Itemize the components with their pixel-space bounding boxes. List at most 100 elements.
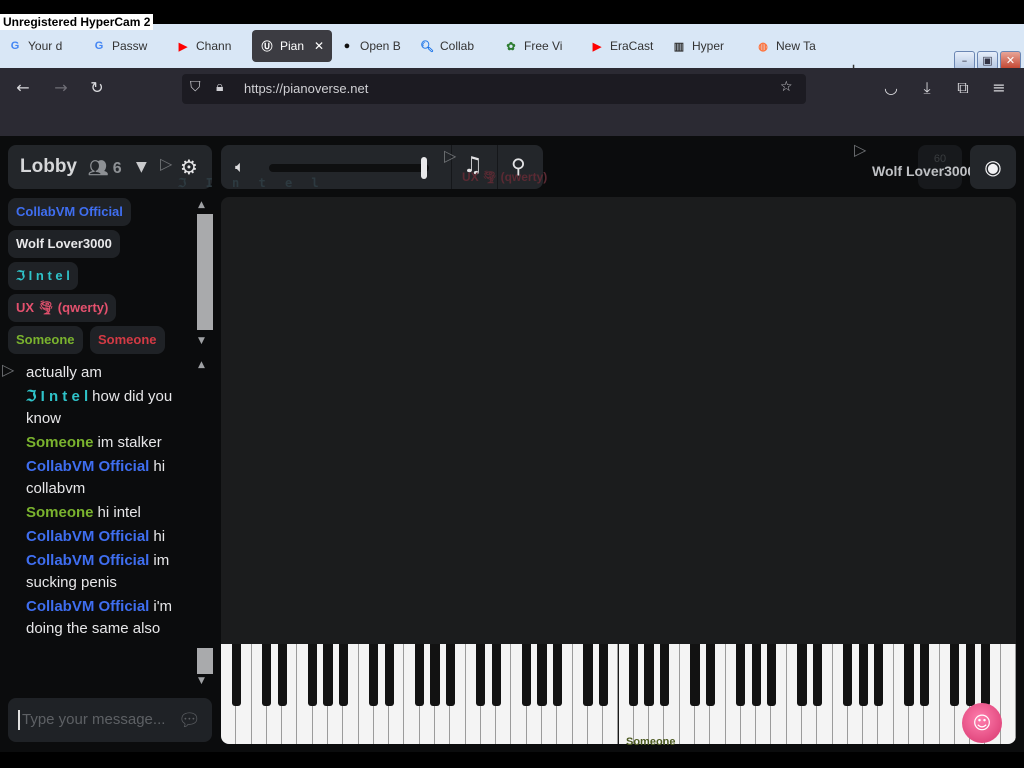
piano-black-key[interactable] — [950, 644, 960, 706]
piano-black-key[interactable] — [323, 644, 333, 706]
extensions-icon[interactable]: ⧉ — [952, 78, 974, 98]
piano-black-key[interactable] — [659, 644, 669, 706]
text-caret — [18, 710, 20, 730]
user-chip[interactable]: ℑ I n t e l — [8, 262, 78, 290]
piano-black-key[interactable] — [965, 644, 975, 706]
chat-message: CollabVM Official hi — [26, 526, 196, 548]
piano-black-key[interactable] — [415, 644, 425, 706]
back-arrow-icon[interactable]: ← — [12, 78, 34, 97]
piano-black-key[interactable] — [430, 644, 440, 706]
volume-slider-thumb[interactable] — [421, 157, 427, 179]
tab-label: New Ta — [776, 39, 816, 53]
user-chip[interactable]: Someone — [8, 326, 83, 354]
chat-text: hi — [153, 528, 166, 545]
chat-scrollbar[interactable]: ▲ ▼ — [196, 358, 213, 690]
piano-black-key[interactable] — [522, 644, 532, 706]
browser-tab[interactable]: ▶ Chann — [176, 30, 250, 62]
browser-tab[interactable]: ▥ Hyper — [672, 30, 746, 62]
piano-black-key[interactable] — [858, 644, 868, 706]
piano-black-key[interactable] — [690, 644, 700, 706]
browser-tab[interactable]: ◍ New Ta — [756, 30, 830, 62]
send-message-icon[interactable]: 💬︎ — [178, 710, 201, 731]
tab-label: EraCast — [610, 39, 654, 53]
piano-black-key[interactable] — [812, 644, 822, 706]
chat-text: hi intel — [97, 504, 141, 521]
lock-icon[interactable]: 🔒︎ — [216, 79, 223, 95]
user-chip[interactable]: UX 🌪 (qwerty) — [8, 294, 117, 322]
chat-author[interactable]: CollabVM Official — [26, 458, 149, 475]
scroll-thumb[interactable] — [197, 214, 213, 330]
piano-black-key[interactable] — [338, 644, 348, 706]
scroll-up-arrow-icon: ▲ — [198, 200, 205, 210]
chat-author[interactable]: CollabVM Official — [26, 528, 149, 545]
piano-black-key[interactable] — [552, 644, 562, 706]
recorder-watermark: Unregistered HyperCam 2 — [0, 14, 154, 30]
piano-black-key[interactable] — [491, 644, 501, 706]
browser-tab[interactable]: Ⓤ Pian ✕ — [252, 30, 332, 62]
youtube-icon: ▶ — [178, 40, 188, 53]
discord-icon[interactable]: ◉ — [970, 145, 1016, 189]
chat-author[interactable]: Someone — [26, 434, 94, 451]
reload-icon[interactable]: ↻ — [86, 78, 108, 97]
chat-author[interactable]: ℑ I n t e l — [26, 388, 88, 405]
volume-slider-track[interactable] — [269, 164, 429, 172]
address-bar[interactable]: ⛉ 🔒︎ https://pianoverse.net ☆ — [182, 74, 806, 104]
piano-black-key[interactable] — [705, 644, 715, 706]
piano-black-key[interactable] — [277, 644, 287, 706]
piano-black-key[interactable] — [598, 644, 608, 706]
piano-black-key[interactable] — [231, 644, 241, 706]
piano-black-key[interactable] — [904, 644, 914, 706]
user-chip[interactable]: Someone — [90, 326, 165, 354]
piano-black-key[interactable] — [766, 644, 776, 706]
piano-black-key[interactable] — [629, 644, 639, 706]
piano-black-key[interactable] — [980, 644, 990, 706]
piano-black-key[interactable] — [369, 644, 379, 706]
shield-icon[interactable]: ⛉ — [190, 79, 201, 95]
volume-icon[interactable]: 🔈︎ — [235, 157, 245, 177]
piano-black-key[interactable] — [873, 644, 883, 706]
piano-black-key[interactable] — [445, 644, 455, 706]
browser-tab[interactable]: ● Open B — [340, 30, 414, 62]
piano-keyboard[interactable] — [221, 644, 1016, 744]
pocket-icon[interactable]: ◡ — [880, 78, 902, 97]
piano-black-key[interactable] — [797, 644, 807, 706]
browser-tab[interactable]: G Your d — [8, 30, 82, 62]
scroll-down-arrow-icon: ▼ — [198, 676, 205, 686]
piano-black-key[interactable] — [843, 644, 853, 706]
scroll-down-arrow-icon: ▼ — [198, 336, 205, 346]
user-list-scrollbar[interactable]: ▲ ▼ — [196, 198, 213, 350]
piano-black-key[interactable] — [751, 644, 761, 706]
url-text[interactable]: https://pianoverse.net — [244, 81, 368, 96]
forward-arrow-icon[interactable]: → — [50, 78, 72, 97]
menu-hamburger-icon[interactable]: ≡ — [988, 78, 1010, 97]
user-chip[interactable]: Wolf Lover3000 — [8, 230, 120, 258]
downloads-icon[interactable]: ⤓ — [916, 78, 938, 98]
close-tab-icon[interactable]: ✕ — [314, 39, 324, 53]
remote-cursor-icon: ▷ — [160, 154, 173, 173]
chat-author[interactable]: CollabVM Official — [26, 552, 149, 569]
piano-black-key[interactable] — [384, 644, 394, 706]
browser-tab-strip: G Your d G Passw ▶ Chann Ⓤ Pian ✕ ● Open B 🔍︎ Collab… — [0, 24, 1024, 81]
browser-tab[interactable]: G Passw — [92, 30, 166, 62]
piano-black-key[interactable] — [919, 644, 929, 706]
piano-white-key[interactable] — [1000, 644, 1016, 744]
lobby-dropdown-caret-icon[interactable]: ▼ — [136, 159, 147, 175]
browser-tab[interactable]: ✿ Free Vi — [504, 30, 578, 62]
piano-black-key[interactable] — [476, 644, 486, 706]
browser-tab[interactable]: 🔍︎ Collab — [420, 30, 494, 62]
browser-tab[interactable]: ▶ EraCast — [590, 30, 664, 62]
piano-black-key[interactable] — [262, 644, 272, 706]
piano-black-key[interactable] — [736, 644, 746, 706]
piano-black-key[interactable] — [537, 644, 547, 706]
piano-black-key[interactable] — [644, 644, 654, 706]
bookmark-star-icon[interactable]: ☆ — [780, 79, 793, 95]
scroll-thumb[interactable] — [197, 648, 213, 674]
chat-input[interactable]: Type your message... 💬︎ — [8, 698, 212, 742]
piano-black-key[interactable] — [308, 644, 318, 706]
chat-message: CollabVM Official i'm doing the same also — [26, 596, 196, 640]
chat-author[interactable]: Someone — [26, 504, 94, 521]
cursor-stage[interactable] — [221, 197, 1016, 644]
chat-author[interactable]: CollabVM Official — [26, 598, 149, 615]
user-chip[interactable]: CollabVM Official — [8, 198, 131, 226]
piano-black-key[interactable] — [583, 644, 593, 706]
